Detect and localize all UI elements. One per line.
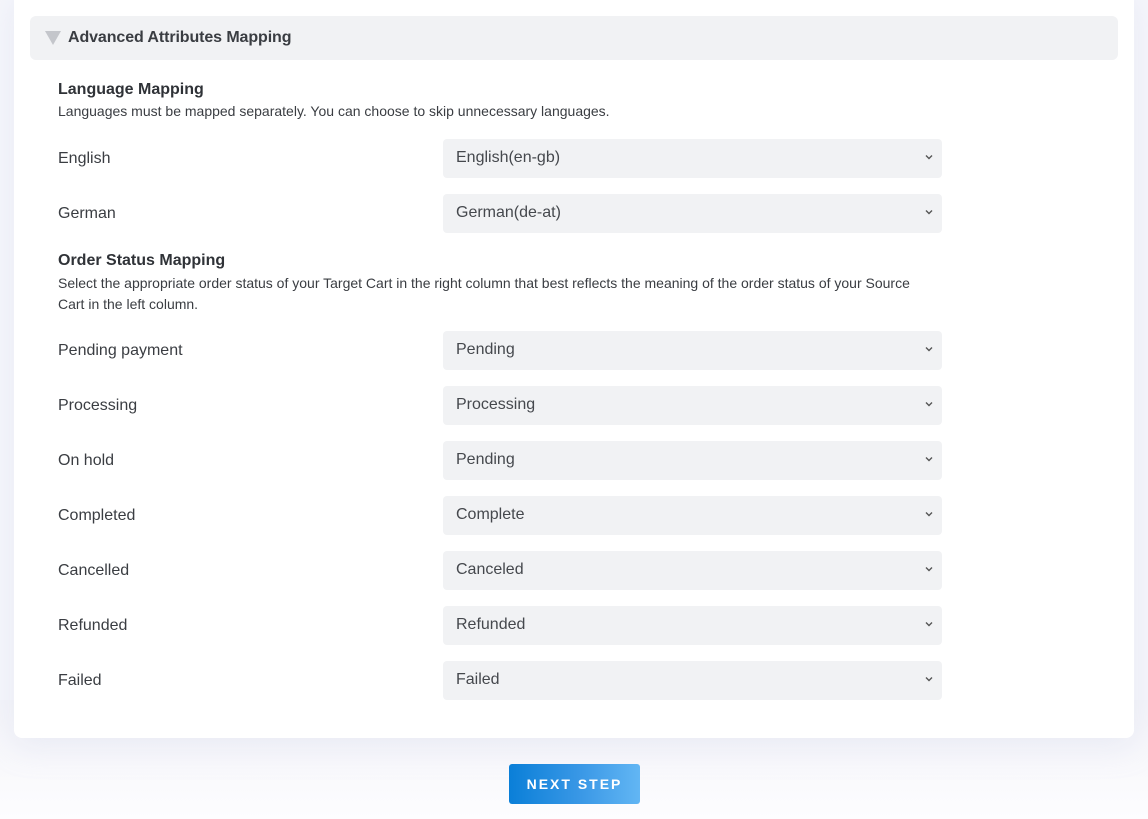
chevron-down-icon — [924, 454, 934, 464]
order-status-source-label: On hold — [58, 452, 115, 469]
section-title: Advanced Attributes Mapping — [68, 29, 292, 46]
order-status-source-label: Processing — [58, 397, 138, 414]
select-value: Canceled — [456, 561, 524, 578]
select-value: Processing — [456, 396, 536, 413]
chevron-down-icon — [924, 619, 934, 629]
language-select-german[interactable]: German(de-at) — [443, 194, 942, 233]
order-status-source-label: Pending payment — [58, 342, 183, 359]
language-select-english[interactable]: English(en-gb) — [443, 139, 942, 178]
order-status-source-label: Refunded — [58, 617, 128, 634]
chevron-down-icon — [924, 674, 934, 684]
chevron-down-icon — [924, 399, 934, 409]
chevron-down-icon — [924, 509, 934, 519]
language-source-label: English — [58, 150, 111, 167]
chevron-down-icon — [924, 564, 934, 574]
chevron-down-icon — [924, 344, 934, 354]
order-status-source-label: Cancelled — [58, 562, 130, 579]
collapse-triangle-icon[interactable] — [45, 31, 61, 45]
chevron-down-icon — [924, 152, 934, 162]
order-status-select-completed[interactable]: Complete — [443, 496, 942, 535]
select-value: Refunded — [456, 616, 526, 633]
advanced-attributes-header[interactable]: Advanced Attributes Mapping — [30, 16, 1118, 60]
order-status-source-label: Completed — [58, 507, 136, 524]
order-status-select-cancelled[interactable]: Canceled — [443, 551, 942, 590]
language-mapping-description: Languages must be mapped separately. You… — [58, 103, 610, 119]
select-value: Pending — [456, 451, 515, 468]
order-status-mapping-title: Order Status Mapping — [58, 252, 226, 269]
mapping-card: Advanced Attributes Mapping Language Map… — [14, 0, 1134, 738]
order-status-description-line2: Cart in the left column. — [58, 296, 199, 312]
chevron-down-icon — [924, 207, 934, 217]
select-value: English(en-gb) — [456, 149, 561, 166]
language-source-label: German — [58, 205, 116, 222]
order-status-select-refunded[interactable]: Refunded — [443, 606, 942, 645]
language-mapping-title: Language Mapping — [58, 81, 204, 98]
order-status-select-pending-payment[interactable]: Pending — [443, 331, 942, 370]
next-step-button[interactable]: NEXT STEP — [509, 764, 640, 804]
order-status-description-line1: Select the appropriate order status of y… — [58, 275, 910, 291]
select-value: Complete — [456, 506, 525, 523]
order-status-select-on-hold[interactable]: Pending — [443, 441, 942, 480]
order-status-select-failed[interactable]: Failed — [443, 661, 942, 700]
select-value: German(de-at) — [456, 204, 561, 221]
order-status-select-processing[interactable]: Processing — [443, 386, 942, 425]
order-status-source-label: Failed — [58, 672, 102, 689]
select-value: Failed — [456, 671, 500, 688]
select-value: Pending — [456, 341, 515, 358]
